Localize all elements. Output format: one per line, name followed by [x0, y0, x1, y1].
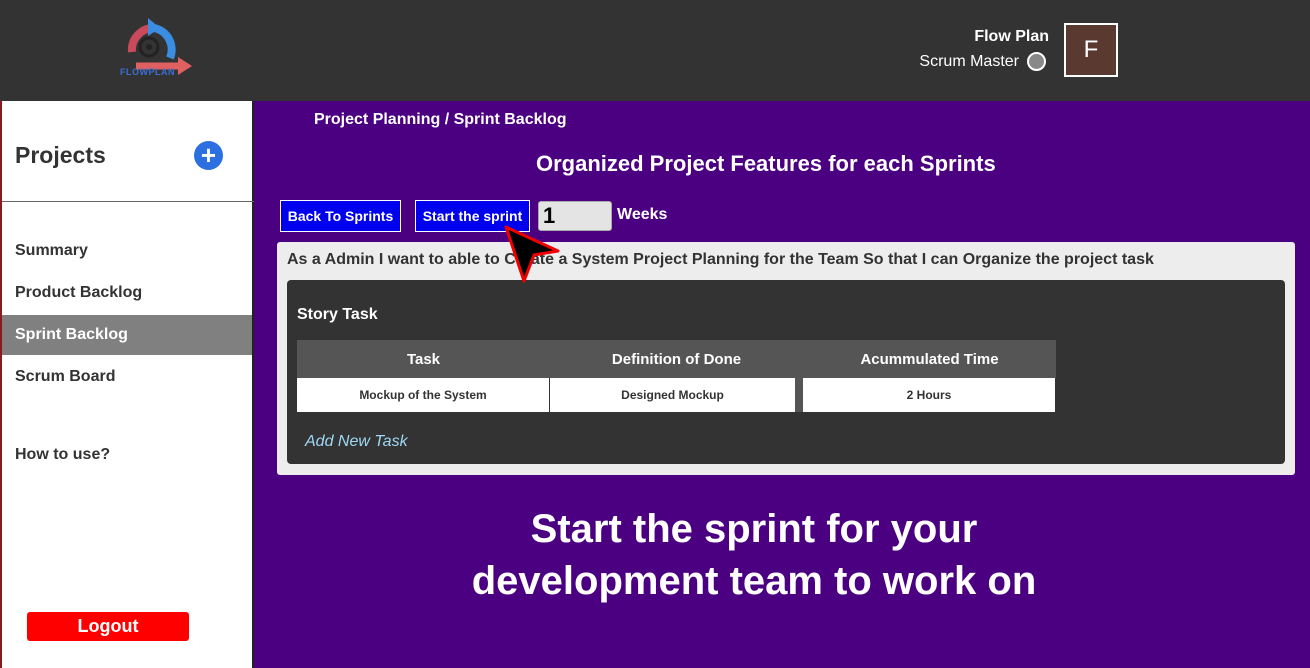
column-header: Task [297, 340, 550, 378]
add-project-button[interactable]: + [194, 141, 223, 170]
sidebar-title: Projects [15, 142, 106, 168]
table-row[interactable]: Mockup of the System Designed Mockup 2 H… [297, 378, 1056, 412]
sidebar-item-product-backlog[interactable]: Product Backlog [2, 273, 252, 313]
user-name: Flow Plan [974, 28, 1049, 45]
status-indicator-icon [1027, 52, 1046, 71]
sidebar-item-how-to-use[interactable]: How to use? [2, 435, 252, 475]
page-title: Organized Project Features for each Spri… [536, 151, 996, 176]
sidebar-item-scrum-board[interactable]: Scrum Board [2, 357, 252, 397]
caption-line-2: development team to work on [471, 559, 1037, 603]
promo-caption: Start the sprint for your development te… [404, 503, 1104, 607]
breadcrumb: Project Planning / Sprint Backlog [314, 111, 567, 128]
back-to-sprints-button[interactable]: Back To Sprints [280, 200, 401, 232]
weeks-label: Weeks [617, 206, 668, 223]
task-panel: Story Task Task Definition of Done Acumm… [287, 280, 1285, 464]
user-role: Scrum Master [919, 53, 1019, 70]
logo-text: FLOWPLAN [120, 67, 175, 77]
avatar[interactable]: F [1064, 23, 1118, 77]
table-header-row: Task Definition of Done Acummulated Time [297, 340, 1056, 378]
table-cell: 2 Hours [803, 378, 1056, 412]
table-cell: Designed Mockup [550, 378, 803, 412]
column-header: Acummulated Time [803, 340, 1056, 378]
add-new-task-link[interactable]: Add New Task [305, 433, 408, 451]
story-card: As a Admin I want to able to Create a Sy… [277, 242, 1295, 475]
task-table: Task Definition of Done Acummulated Time… [297, 340, 1056, 412]
sidebar: Projects + Summary Product Backlog Sprin… [0, 101, 254, 668]
caption-line-1: Start the sprint for your [530, 507, 978, 551]
user-story-text: As a Admin I want to able to Create a Sy… [287, 251, 1154, 268]
cursor-arrow-icon [504, 225, 560, 283]
task-panel-title: Story Task [297, 306, 378, 323]
top-bar: FLOWPLAN Flow Plan Scrum Master F [0, 0, 1310, 101]
sidebar-item-summary[interactable]: Summary [2, 231, 252, 271]
column-header: Definition of Done [550, 340, 803, 378]
sidebar-divider [2, 201, 254, 202]
sidebar-item-sprint-backlog[interactable]: Sprint Backlog [2, 315, 252, 355]
logout-button[interactable]: Logout [27, 612, 189, 641]
table-cell: Mockup of the System [297, 378, 550, 412]
plus-circle-icon: + [200, 140, 217, 170]
